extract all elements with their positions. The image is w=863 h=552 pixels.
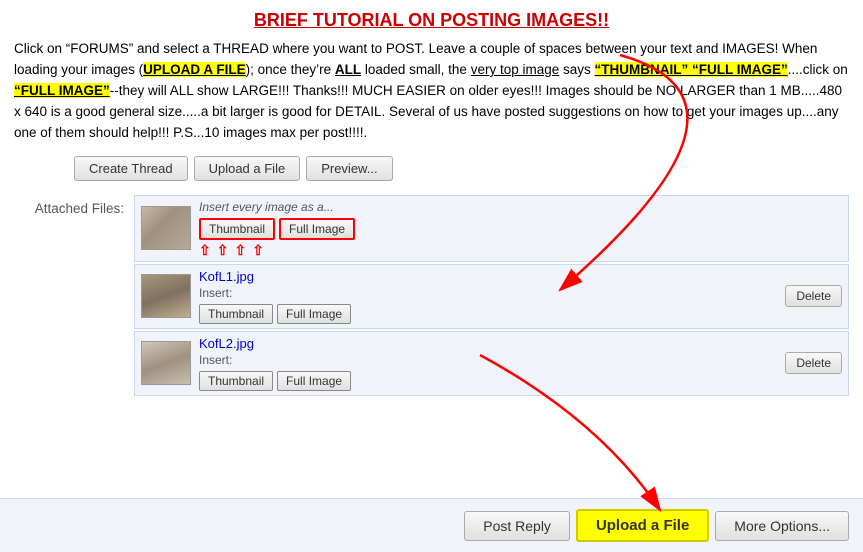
highlight-upload: UPLOAD A FILE <box>143 62 246 77</box>
up-arrow-2: ⇧ <box>217 243 229 257</box>
thumb-img-3 <box>142 342 190 384</box>
file-name-2[interactable]: KofL1.jpg <box>199 269 777 284</box>
file-row: Insert every image as a... Thumbnail Ful… <box>134 195 849 262</box>
attached-label: Attached Files: <box>14 195 134 216</box>
file-info-3: KofL2.jpg Insert: Thumbnail Full Image <box>199 336 777 391</box>
create-thread-button[interactable]: Create Thread <box>74 156 188 181</box>
desc-part2: ); once they’re ALL loaded small, the ve… <box>246 62 595 77</box>
delete-btn-2[interactable]: Delete <box>785 285 842 307</box>
page-title: BRIEF TUTORIAL ON POSTING IMAGES!! <box>14 10 849 31</box>
file-row: KofL2.jpg Insert: Thumbnail Full Image D… <box>134 331 849 396</box>
insert-label-2: Insert: <box>199 286 777 300</box>
insert-placeholder-1: Insert every image as a... <box>199 200 842 214</box>
desc-part4: --they will ALL show LARGE!!! Thanks!!! … <box>14 83 842 140</box>
up-arrow-3: ⇧ <box>234 243 246 257</box>
insert-label-3: Insert: <box>199 353 777 367</box>
up-arrows: ⇧ ⇧ ⇧ ⇧ <box>199 243 842 257</box>
file-info-2: KofL1.jpg Insert: Thumbnail Full Image <box>199 269 777 324</box>
preview-button[interactable]: Preview... <box>306 156 392 181</box>
page-wrapper: BRIEF TUTORIAL ON POSTING IMAGES!! Click… <box>0 0 863 552</box>
thumb-img-2 <box>142 275 190 317</box>
desc-part3: ....click on <box>788 62 848 77</box>
fullimage-btn-1[interactable]: Full Image <box>279 218 355 240</box>
description-text: Click on “FORUMS” and select a THREAD wh… <box>14 39 849 144</box>
post-reply-button[interactable]: Post Reply <box>464 511 570 541</box>
more-options-button[interactable]: More Options... <box>715 511 849 541</box>
file-thumbnail-1 <box>141 206 191 250</box>
thumb-img-1 <box>142 207 190 249</box>
fullimage-btn-2[interactable]: Full Image <box>277 304 351 324</box>
thumbnail-btn-3[interactable]: Thumbnail <box>199 371 273 391</box>
up-arrow-4: ⇧ <box>252 243 264 257</box>
file-thumbnail-3 <box>141 341 191 385</box>
file-row: KofL1.jpg Insert: Thumbnail Full Image D… <box>134 264 849 329</box>
file-info-1: Insert every image as a... Thumbnail Ful… <box>199 200 842 257</box>
upload-file-button[interactable]: Upload a File <box>194 156 301 181</box>
highlight-fullimage: “FULL IMAGE” <box>14 83 110 98</box>
insert-buttons-3: Thumbnail Full Image <box>199 371 777 391</box>
insert-buttons-2: Thumbnail Full Image <box>199 304 777 324</box>
thumbnail-btn-2[interactable]: Thumbnail <box>199 304 273 324</box>
upload-file-bottom-button[interactable]: Upload a File <box>576 509 709 542</box>
insert-buttons-1: Thumbnail Full Image <box>199 218 842 240</box>
attached-files-section: Attached Files: Insert every image as a.… <box>14 195 849 396</box>
delete-btn-3[interactable]: Delete <box>785 352 842 374</box>
thumbnail-btn-1[interactable]: Thumbnail <box>199 218 275 240</box>
file-thumbnail-2 <box>141 274 191 318</box>
highlight-thumbfull: “THUMBNAIL” “FULL IMAGE” <box>595 62 788 77</box>
bottom-toolbar: Post Reply Upload a File More Options... <box>0 498 863 552</box>
fullimage-btn-3[interactable]: Full Image <box>277 371 351 391</box>
toolbar: Create Thread Upload a File Preview... <box>14 156 849 181</box>
file-name-3[interactable]: KofL2.jpg <box>199 336 777 351</box>
main-content: BRIEF TUTORIAL ON POSTING IMAGES!! Click… <box>0 0 863 396</box>
files-list: Insert every image as a... Thumbnail Ful… <box>134 195 849 396</box>
up-arrow-1: ⇧ <box>199 243 211 257</box>
